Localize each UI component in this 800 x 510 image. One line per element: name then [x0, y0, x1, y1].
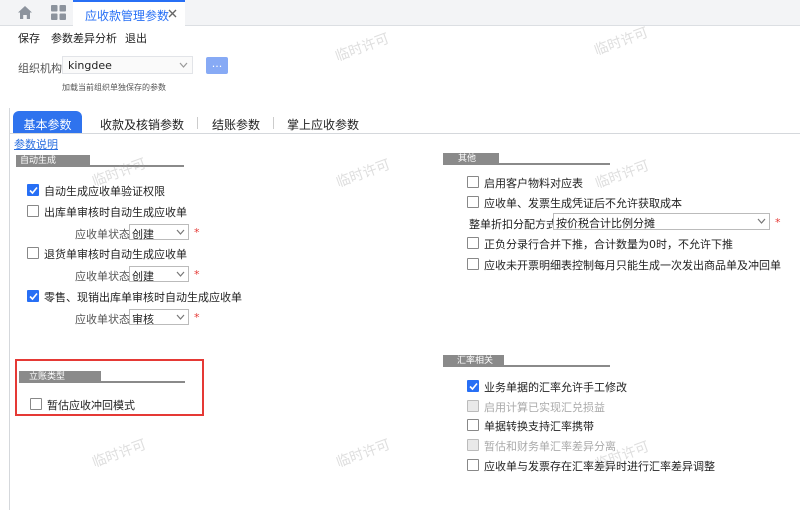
required-mark: * — [775, 216, 781, 229]
required-mark: * — [194, 268, 200, 281]
checkbox — [467, 439, 479, 451]
chevron-down-icon — [176, 314, 185, 320]
group-title: 汇率相关 — [443, 355, 504, 367]
checkbox[interactable] — [467, 258, 479, 270]
discount-label: 整单折扣分配方式 — [469, 218, 557, 231]
group-exchange-rate: 汇率相关 — [443, 355, 610, 367]
group-title: 其他 — [443, 153, 499, 165]
chevron-down-icon — [757, 218, 766, 224]
param-diff-button[interactable]: 参数差异分析 — [51, 30, 117, 46]
document-tab-label: 应收款管理参数 — [85, 9, 170, 23]
tab-separator — [197, 117, 198, 129]
org-more-button[interactable]: ... — [206, 57, 228, 74]
status-label: 应收单状态 — [75, 313, 130, 326]
checkbox — [467, 400, 479, 412]
checkbox-label: 启用客户物料对应表 — [484, 177, 583, 190]
status-select-value: 审核 — [132, 313, 154, 326]
checkbox[interactable] — [30, 398, 42, 410]
help-link[interactable]: 参数说明 — [14, 136, 58, 152]
group-title: 自动生成 — [16, 155, 90, 167]
checkbox-label: 应收单、发票生成凭证后不允许获取成本 — [484, 197, 682, 210]
checkbox-label: 业务单据的汇率允许手工修改 — [484, 381, 627, 394]
check-icon — [469, 382, 478, 391]
check-icon — [29, 292, 38, 301]
group-account-type: 立账类型 — [19, 371, 185, 383]
chevron-down-icon — [176, 271, 185, 277]
exit-button[interactable]: 退出 — [125, 30, 147, 46]
status-select-3[interactable]: 审核 — [129, 309, 189, 326]
checkbox-label: 应收未开票明细表控制每月只能生成一次发出商品单及冲回单 — [484, 259, 781, 272]
toolbar: 保存 参数差异分析 退出 — [0, 26, 800, 48]
org-select[interactable]: kingdee — [62, 56, 193, 74]
close-icon[interactable] — [168, 9, 177, 18]
checkbox-label: 启用计算已实现汇兑损益 — [484, 401, 605, 414]
tab-mobile[interactable]: 掌上应收参数 — [278, 111, 368, 134]
required-mark: * — [194, 311, 200, 324]
check-icon — [29, 186, 38, 195]
group-line — [504, 365, 610, 367]
checkbox-label: 零售、现销出库单审核时自动生成应收单 — [44, 291, 242, 304]
group-line — [499, 163, 610, 165]
checkbox-label: 暂估应收冲回模式 — [47, 399, 135, 412]
checkbox[interactable] — [467, 237, 479, 249]
checkbox-label: 暂估和财务单汇率差异分离 — [484, 440, 616, 453]
required-mark: * — [194, 226, 200, 239]
checkbox-label: 单据转换支持汇率携带 — [484, 420, 594, 433]
home-icon[interactable] — [17, 5, 33, 20]
checkbox[interactable] — [27, 290, 39, 302]
group-title: 立账类型 — [19, 371, 101, 383]
checkbox[interactable] — [467, 419, 479, 431]
checkbox[interactable] — [467, 176, 479, 188]
document-tab[interactable]: 应收款管理参数 — [73, 0, 185, 26]
status-select-value: 创建 — [132, 228, 154, 241]
checkbox[interactable] — [27, 247, 39, 259]
discount-select[interactable]: 按价税合计比例分摊 — [553, 213, 770, 230]
group-other: 其他 — [443, 153, 610, 165]
org-select-value: kingdee — [68, 59, 112, 72]
chevron-down-icon — [176, 229, 185, 235]
checkbox[interactable] — [467, 196, 479, 208]
status-label: 应收单状态 — [75, 228, 130, 241]
checkbox-label: 出库单审核时自动生成应收单 — [44, 206, 187, 219]
tab-basic[interactable]: 基本参数 — [13, 111, 82, 134]
chevron-down-icon — [179, 62, 188, 68]
status-select-1[interactable]: 创建 — [129, 224, 189, 241]
checkbox[interactable] — [27, 184, 39, 196]
org-label: 组织机构 — [18, 62, 62, 75]
status-select-value: 创建 — [132, 270, 154, 283]
checkbox[interactable] — [467, 459, 479, 471]
group-line — [101, 381, 185, 383]
checkbox-label: 正负分录行合并下推，合计数量为0时，不允许下推 — [484, 238, 733, 251]
save-button[interactable]: 保存 — [18, 30, 40, 46]
discount-select-value: 按价税合计比例分摊 — [556, 217, 655, 230]
tab-underline — [10, 133, 800, 134]
top-tab-bar: 应收款管理参数 — [0, 0, 800, 26]
checkbox[interactable] — [467, 380, 479, 392]
group-auto: 自动生成 — [16, 155, 184, 167]
tab-separator — [273, 117, 274, 129]
status-select-2[interactable]: 创建 — [129, 266, 189, 283]
status-label: 应收单状态 — [75, 270, 130, 283]
app-grid-icon[interactable] — [51, 5, 66, 20]
org-hint: 加载当前组织单独保存的参数 — [62, 83, 166, 92]
tab-receipt[interactable]: 收款及核销参数 — [90, 111, 194, 134]
checkbox-label: 退货单审核时自动生成应收单 — [44, 248, 187, 261]
checkbox[interactable] — [27, 205, 39, 217]
tab-closing[interactable]: 结账参数 — [202, 111, 270, 134]
